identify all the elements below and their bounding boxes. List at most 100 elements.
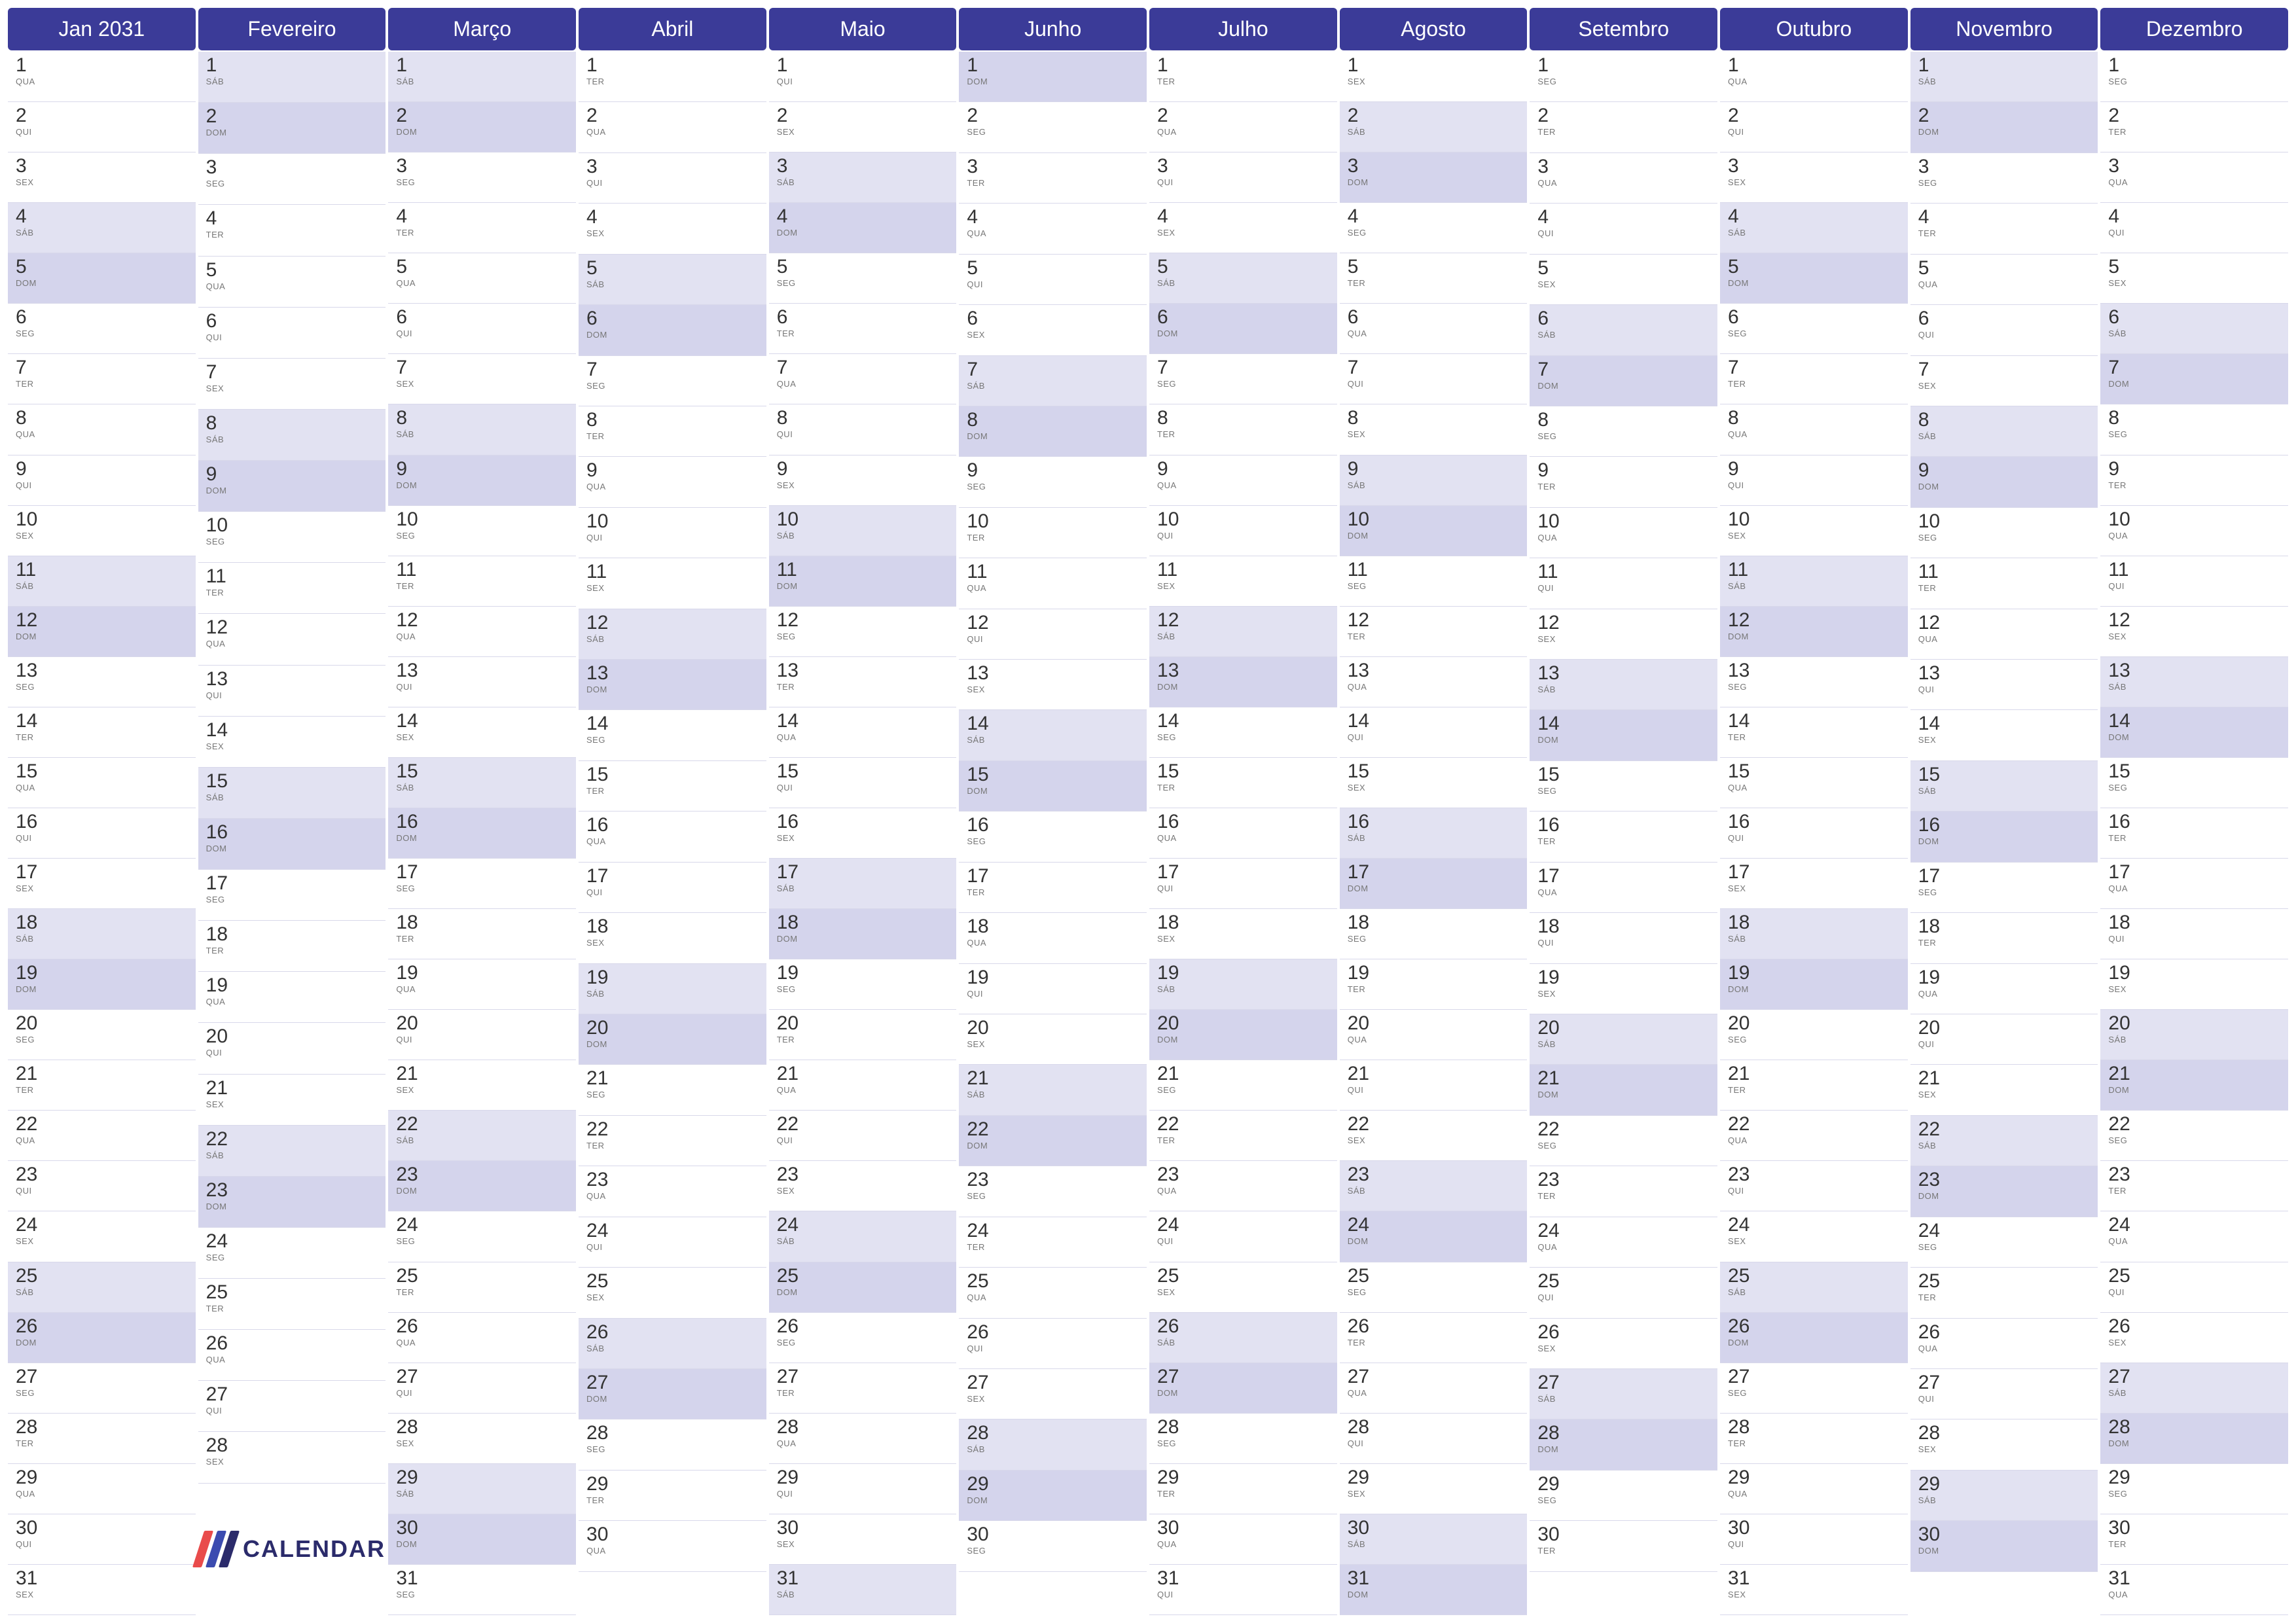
day-weekday: DOM — [396, 1539, 569, 1549]
day-number: 14 — [1728, 711, 1901, 731]
day-weekday: QUA — [586, 482, 760, 491]
day-number: 27 — [1348, 1367, 1521, 1387]
day-cell: 17DOM — [1340, 859, 1528, 909]
day-cell: 9QUA — [1149, 455, 1337, 506]
day-cell: 4QUI — [2100, 203, 2288, 253]
day-cell: 27SÁB — [1530, 1369, 1717, 1419]
day-cell: 19QUI — [959, 964, 1147, 1014]
day-number: 9 — [586, 461, 760, 480]
day-number: 13 — [1157, 661, 1331, 681]
day-weekday: DOM — [967, 431, 1140, 441]
day-weekday: QUA — [967, 228, 1140, 238]
day-cell: 12QUA — [198, 614, 386, 665]
day-cell: 12QUI — [959, 609, 1147, 660]
day-cell: 3SEG — [1910, 153, 2098, 204]
day-weekday: TER — [586, 77, 760, 86]
day-number: 26 — [2108, 1317, 2282, 1336]
day-weekday: SEG — [206, 895, 380, 904]
day-weekday: TER — [206, 588, 380, 597]
day-cell: 16DOM — [388, 808, 576, 859]
day-number: 6 — [1157, 308, 1331, 327]
day-weekday: TER — [396, 228, 569, 238]
day-weekday: DOM — [206, 1202, 380, 1211]
day-weekday: SEX — [777, 833, 950, 843]
day-number: 31 — [2108, 1569, 2282, 1588]
day-cell: 17QUA — [2100, 859, 2288, 909]
day-number: 24 — [1157, 1215, 1331, 1235]
day-weekday: SEG — [206, 1253, 380, 1262]
day-number: 20 — [1537, 1018, 1711, 1038]
day-number: 24 — [2108, 1215, 2282, 1235]
day-cell: 17SEG — [388, 859, 576, 909]
day-number: 31 — [396, 1569, 569, 1588]
day-number: 4 — [967, 207, 1140, 227]
day-number: 26 — [586, 1323, 760, 1342]
day-weekday: SÁB — [1348, 1539, 1521, 1549]
day-cell: 18QUI — [2100, 909, 2288, 959]
day-number: 18 — [1537, 917, 1711, 936]
day-cell: 17TER — [959, 863, 1147, 913]
day-cell: 10SEG — [1910, 508, 2098, 558]
day-cell: 18SÁB — [8, 909, 196, 959]
day-number: 16 — [16, 812, 189, 832]
day-cell: 19DOM — [1720, 959, 1908, 1010]
day-weekday: DOM — [2108, 379, 2282, 389]
day-number: 25 — [967, 1272, 1140, 1291]
day-weekday: SEX — [1728, 1236, 1901, 1246]
day-number: 18 — [16, 913, 189, 933]
day-number: 8 — [16, 408, 189, 428]
day-number: 12 — [777, 611, 950, 630]
day-weekday: DOM — [586, 1039, 760, 1049]
day-weekday: QUA — [1728, 783, 1901, 793]
day-number: 16 — [1348, 812, 1521, 832]
day-number: 4 — [1348, 207, 1521, 226]
day-weekday: SEG — [1728, 329, 1901, 338]
month-column: Dezembro1SEG2TER3QUA4QUI5SEX6SÁB7DOM8SEG… — [2100, 8, 2288, 1615]
day-weekday: SÁB — [1537, 1394, 1711, 1404]
day-number: 31 — [777, 1569, 950, 1588]
day-cell: 28QUI — [1340, 1414, 1528, 1464]
day-weekday: SÁB — [586, 1344, 760, 1353]
day-weekday: TER — [206, 230, 380, 240]
day-cell: 25SÁB — [1720, 1262, 1908, 1313]
day-cell: 25TER — [388, 1262, 576, 1313]
day-number: 31 — [1728, 1569, 1901, 1588]
day-cell: 16TER — [1530, 812, 1717, 862]
day-weekday: TER — [586, 1141, 760, 1150]
day-number: 11 — [1918, 562, 2092, 582]
day-number: 24 — [967, 1221, 1140, 1241]
day-number: 11 — [1157, 560, 1331, 580]
day-weekday: SEX — [1537, 1344, 1711, 1353]
day-cell: 24SEX — [1720, 1211, 1908, 1262]
day-weekday: TER — [1918, 938, 2092, 948]
day-cell: 3QUA — [2100, 152, 2288, 203]
day-cell: 12QUA — [1910, 609, 2098, 660]
day-weekday: QUI — [2108, 1287, 2282, 1297]
day-number: 11 — [16, 560, 189, 580]
day-cell: 26 SÁB — [579, 1319, 766, 1369]
day-number: 10 — [2108, 510, 2282, 529]
day-weekday: SEG — [396, 177, 569, 187]
day-number: 26 — [16, 1317, 189, 1336]
day-weekday: SEG — [967, 482, 1140, 491]
day-number: 9 — [206, 465, 380, 484]
day-weekday: QUA — [777, 379, 950, 389]
day-number: 4 — [586, 207, 760, 227]
day-number: 12 — [1918, 613, 2092, 633]
day-weekday: QUI — [1918, 1394, 2092, 1404]
day-cell: 27TER — [769, 1363, 957, 1414]
day-cell: 6SÁB — [1530, 305, 1717, 355]
day-weekday: SÁB — [1348, 127, 1521, 137]
day-weekday: DOM — [1918, 1546, 2092, 1556]
day-weekday: SEG — [967, 127, 1140, 137]
day-weekday: SÁB — [1157, 984, 1331, 994]
day-weekday: SEX — [1348, 77, 1521, 86]
day-weekday: DOM — [586, 1394, 760, 1404]
day-number: 10 — [1537, 512, 1711, 531]
day-number: 17 — [967, 866, 1140, 886]
day-number: 9 — [396, 459, 569, 479]
day-number: 5 — [2108, 257, 2282, 277]
day-cell: 11DOM — [769, 556, 957, 607]
day-weekday: TER — [1728, 732, 1901, 742]
day-number: 6 — [777, 308, 950, 327]
